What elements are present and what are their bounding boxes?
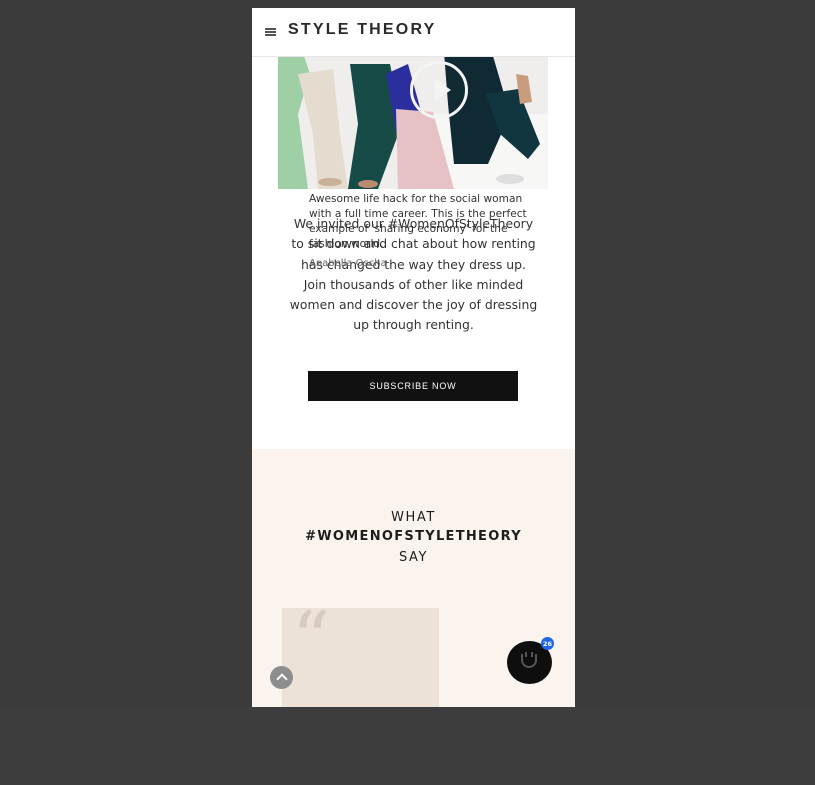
scroll-top-icon[interactable] <box>270 666 293 689</box>
testimonial-card: “ <box>282 602 439 707</box>
quote-mark-icon: “ <box>292 596 330 682</box>
testimonial-quote: Awesome life hack for the social woman w… <box>309 193 527 250</box>
chat-notification-badge: 26 <box>541 637 554 650</box>
play-icon[interactable] <box>410 61 468 119</box>
testimonial-heading-line-3: SAY <box>398 550 429 565</box>
subscribe-button[interactable]: SUBSCRIBE NOW <box>308 371 518 401</box>
menu-icon[interactable] <box>265 28 276 36</box>
logo[interactable]: STYLE THEORY <box>288 21 437 39</box>
mobile-viewport: STYLE THEORY We invited our #WomenOfStyl… <box>252 8 575 707</box>
testimonial-author: Anabella Oscha <box>309 258 387 269</box>
testimonial-heading-line-1: WHAT <box>391 510 436 525</box>
chat-icon <box>521 652 537 668</box>
page-background-below <box>0 707 815 785</box>
testimonial-heading-hashtag: #WOMENOFSTYLETHEORY <box>305 529 522 544</box>
site-header: STYLE THEORY <box>252 8 575 57</box>
